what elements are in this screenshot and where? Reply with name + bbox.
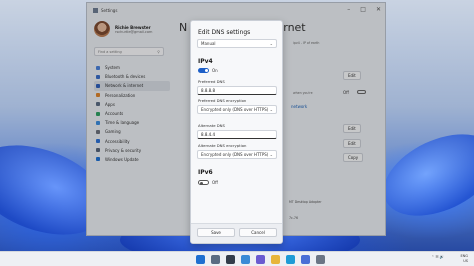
taskbar-icons	[196, 255, 325, 264]
alternate-dns-value: 8.8.4.4	[201, 132, 215, 137]
bloom-petal	[370, 117, 474, 233]
ipv4-toggle-label: On	[212, 68, 218, 73]
edit-dns-dialog: Edit DNS settings Manual ⌄ IPv4 On Prefe…	[190, 20, 283, 244]
region-code: US	[463, 259, 468, 263]
preferred-dns-field[interactable]: 8.8.8.8	[197, 86, 277, 95]
ipv6-toggle[interactable]	[198, 180, 209, 185]
widgets-icon[interactable]	[241, 255, 250, 264]
file-explorer-icon[interactable]	[271, 255, 280, 264]
alternate-encryption-select[interactable]: Encrypted only (DNS over HTTPS) ⌄	[197, 150, 277, 159]
edge-icon[interactable]	[286, 255, 295, 264]
search-icon[interactable]	[211, 255, 220, 264]
language-indicator[interactable]: ENG US	[460, 254, 468, 264]
chevron-down-icon: ⌄	[269, 107, 273, 112]
chevron-down-icon: ⌄	[269, 152, 273, 157]
tray-icons[interactable]: ⌃ ☵ 🔊	[431, 255, 444, 259]
preferred-dns-value: 8.8.8.8	[201, 88, 215, 93]
ipv4-toggle[interactable]	[198, 68, 209, 73]
cancel-button[interactable]: Cancel	[239, 228, 277, 237]
preferred-dns-label: Preferred DNS	[198, 79, 225, 84]
alternate-dns-label: Alternate DNS	[198, 123, 225, 128]
save-button[interactable]: Save	[197, 228, 235, 237]
settings-icon[interactable]	[316, 255, 325, 264]
chat-icon[interactable]	[256, 255, 265, 264]
store-icon[interactable]	[301, 255, 310, 264]
ipv6-heading: IPv6	[198, 169, 213, 176]
alternate-dns-field[interactable]: 8.8.4.4	[197, 130, 277, 139]
dialog-title: Edit DNS settings	[198, 29, 251, 36]
ipv6-toggle-label: Off	[212, 180, 218, 185]
start-icon[interactable]	[196, 255, 205, 264]
task-view-icon[interactable]	[226, 255, 235, 264]
preferred-encryption-value: Encrypted only (DNS over HTTPS)	[201, 107, 269, 112]
dns-mode-select[interactable]: Manual ⌄	[197, 39, 277, 48]
dns-mode-value: Manual	[201, 41, 216, 46]
preferred-encryption-select[interactable]: Encrypted only (DNS over HTTPS) ⌄	[197, 105, 277, 114]
ipv4-heading: IPv4	[198, 58, 213, 65]
taskbar: ⌃ ☵ 🔊 ENG US	[0, 251, 474, 266]
preferred-encryption-label: Preferred DNS encryption	[198, 98, 247, 103]
chevron-down-icon: ⌄	[269, 41, 273, 46]
alternate-encryption-label: Alternate DNS encryption	[198, 143, 247, 148]
alternate-encryption-value: Encrypted only (DNS over HTTPS)	[201, 152, 269, 157]
